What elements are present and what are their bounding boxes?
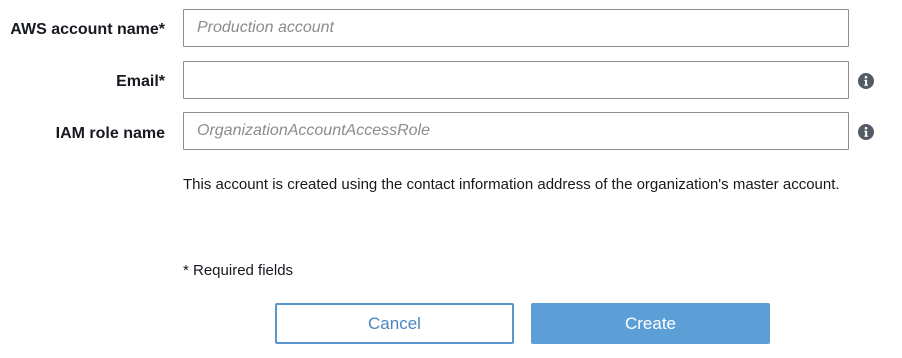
help-text: This account is created using the contac…	[183, 176, 840, 193]
info-icon[interactable]	[858, 73, 874, 89]
info-icon[interactable]	[858, 124, 874, 140]
iam-role-input[interactable]	[183, 112, 849, 150]
email-input[interactable]	[183, 61, 849, 99]
account-name-input[interactable]	[183, 9, 849, 47]
create-account-form: AWS account name* Email* IAM role name T…	[0, 0, 902, 358]
account-name-label: AWS account name*	[10, 21, 165, 38]
cancel-button[interactable]: Cancel	[275, 303, 514, 344]
iam-role-label: IAM role name	[55, 125, 165, 142]
email-label: Email*	[116, 73, 165, 90]
create-button[interactable]: Create	[531, 303, 770, 344]
required-fields-note: * Required fields	[183, 262, 294, 279]
